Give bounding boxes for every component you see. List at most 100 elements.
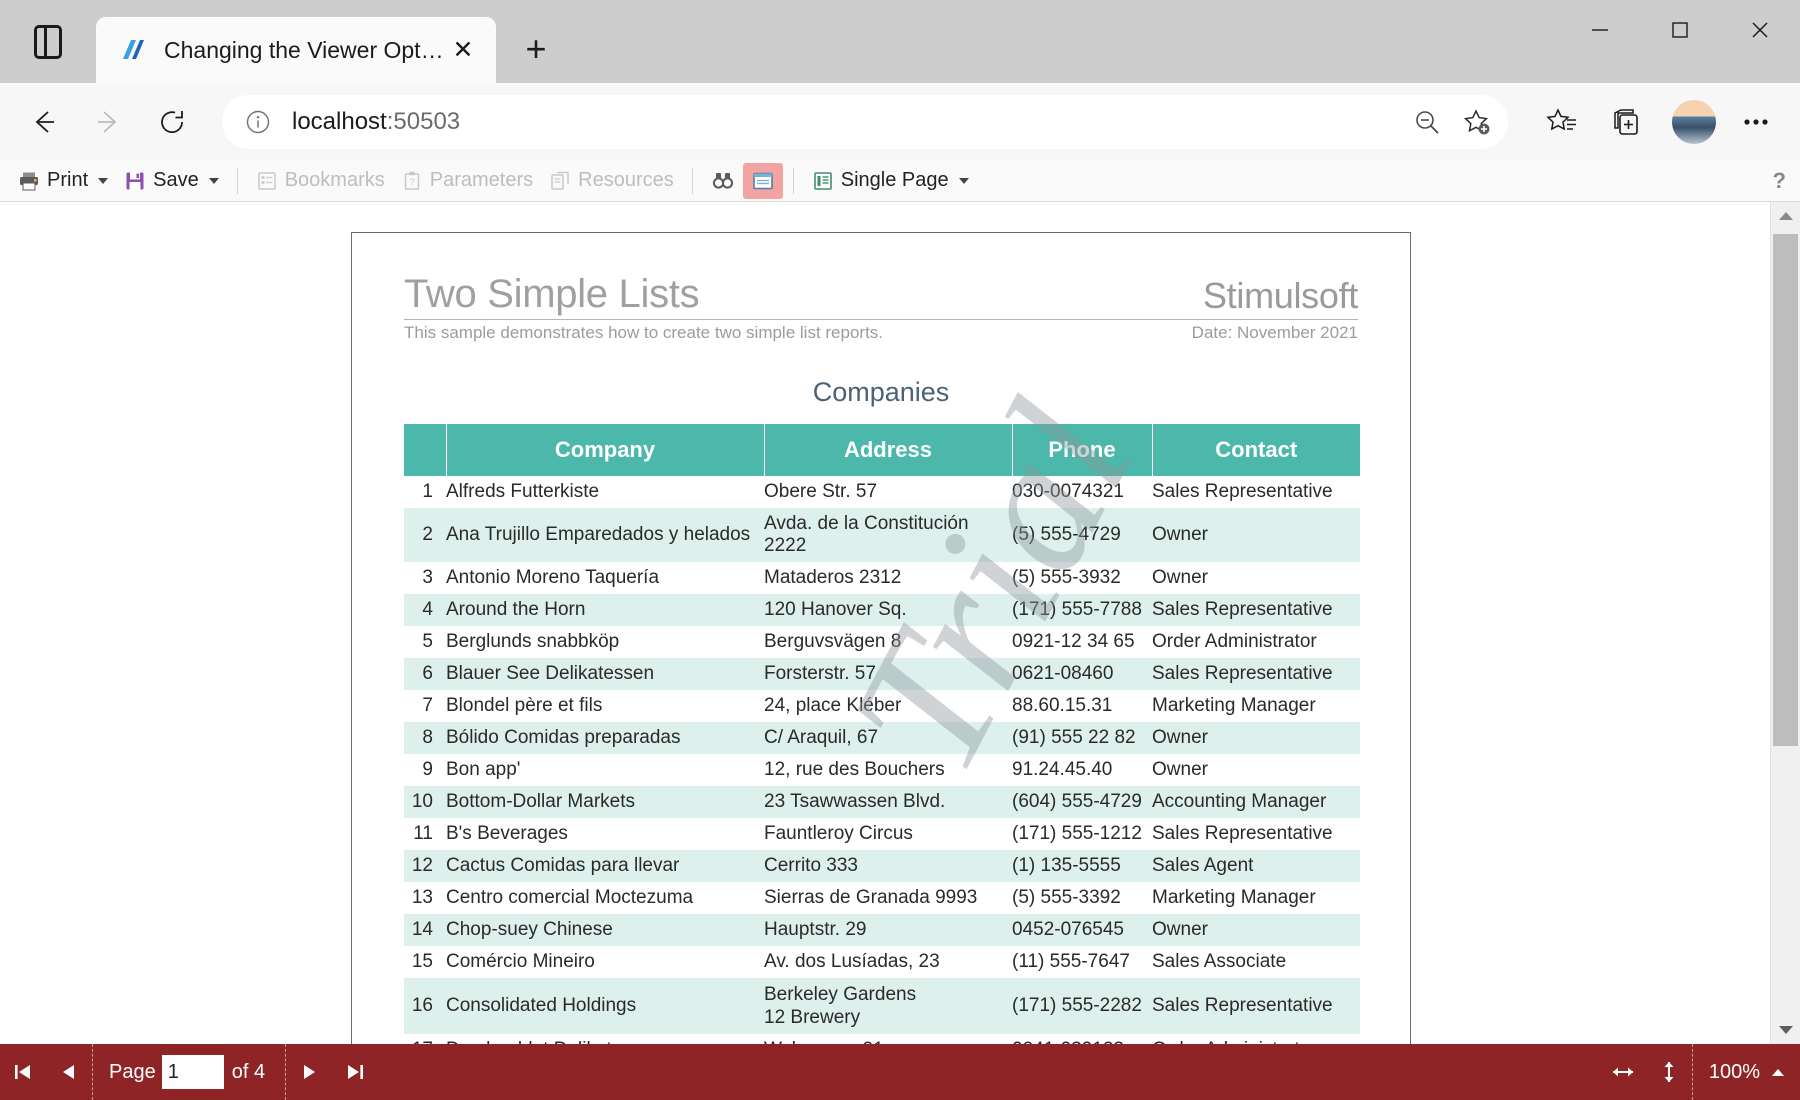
cell-phone: (5) 555-4729 [1012, 508, 1152, 562]
column-header-company: Company [446, 424, 765, 476]
cell-company: Bólido Comidas preparadas [446, 722, 764, 754]
fit-height-button[interactable] [1646, 1044, 1692, 1100]
cell-index: 1 [422, 481, 433, 502]
cell-contact: Owner [1152, 759, 1208, 780]
cell-index: 11 [413, 823, 433, 844]
bookmarks-icon [257, 171, 276, 190]
minimize-button[interactable] [1560, 0, 1640, 60]
resources-button: Resources [541, 163, 682, 199]
page-view-icon [752, 172, 773, 189]
cell-phone: (5) 555-3932 [1012, 567, 1121, 588]
maximize-button[interactable] [1640, 0, 1720, 60]
zoom-out-icon[interactable] [1404, 99, 1450, 145]
print-button[interactable]: Print [10, 163, 116, 199]
cell-phone: (91) 555 22 82 [1012, 722, 1152, 754]
statusbar-right-group: 100% [1600, 1044, 1800, 1100]
window-controls [1560, 0, 1800, 60]
cell-phone: 0241-039123 [1012, 1034, 1152, 1044]
report-header: Two Simple Lists Stimulsoft [404, 273, 1358, 315]
table-row: 7 Blondel père et fils 24, place Kléber 88.… [404, 690, 1360, 722]
cell-phone: (604) 555-4729 [1012, 786, 1152, 818]
tab-actions-button[interactable] [0, 0, 96, 83]
column-header-contact: Contact [1152, 424, 1360, 476]
close-window-button[interactable] [1720, 0, 1800, 60]
cell-address: 120 Hanover Sq. [764, 594, 1012, 626]
cell-index: 4 [404, 594, 446, 626]
chevron-down-icon[interactable] [208, 177, 219, 184]
favorites-list-icon[interactable] [1536, 96, 1588, 148]
table-row: 9 Bon app' 12, rue des Bouchers 91.24.45.40… [404, 754, 1360, 786]
cell-company: Antonio Moreno Taquería [446, 567, 660, 588]
page-view-toggle-button[interactable] [742, 162, 783, 199]
next-page-button[interactable] [286, 1044, 332, 1100]
cell-company: Berglunds snabbköp [446, 631, 620, 652]
vertical-scrollbar[interactable] [1770, 202, 1800, 1044]
cell-address: Forsterstr. 57 [764, 658, 1012, 690]
scrollbar-thumb[interactable] [1773, 234, 1798, 746]
section-title: Companies [812, 377, 950, 407]
chevron-down-icon[interactable] [958, 177, 969, 184]
scroll-up-arrow[interactable] [1771, 202, 1800, 230]
back-button[interactable] [18, 96, 70, 148]
cell-address: Obere Str. 57 [764, 481, 878, 502]
new-tab-button[interactable]: + [510, 23, 562, 75]
find-button[interactable] [703, 163, 743, 199]
view-mode-button[interactable]: Single Page [804, 163, 977, 199]
cell-address: 23 Tsawwassen Blvd. [764, 786, 1012, 818]
table-row: 10 Bottom-Dollar Markets 23 Tsawwassen Blv… [404, 786, 1360, 818]
page-input[interactable] [161, 1055, 224, 1089]
cell-contact: Accounting Manager [1152, 786, 1360, 818]
cell-index: 14 [404, 914, 446, 946]
cell-phone: 030-0074321 [1012, 481, 1124, 502]
previous-page-button[interactable] [46, 1044, 92, 1100]
find-icon [712, 172, 733, 189]
last-page-button[interactable] [332, 1044, 378, 1100]
chevron-up-icon[interactable] [1772, 1068, 1784, 1076]
cell-index: 6 [404, 658, 446, 690]
cell-contact: Sales Representative [1152, 978, 1360, 1035]
scroll-down-arrow[interactable] [1771, 1016, 1800, 1044]
chevron-down-icon[interactable] [98, 177, 109, 184]
save-label: Save [153, 169, 199, 191]
table-row: 3 Antonio Moreno Taquería Mataderos 2312 (5… [404, 562, 1360, 594]
stimulsoft-favicon [118, 35, 148, 65]
report-page: Two Simple Lists Stimulsoft This sample … [351, 232, 1411, 1044]
forward-button [82, 96, 134, 148]
more-options-icon[interactable] [1730, 96, 1782, 148]
page-label: Page [109, 1060, 156, 1083]
fit-width-button[interactable] [1600, 1044, 1646, 1100]
fit-height-icon [1664, 1062, 1674, 1082]
cell-address: 12, rue des Bouchers [764, 759, 945, 780]
close-icon[interactable]: ✕ [444, 31, 482, 69]
fit-width-icon [1612, 1067, 1633, 1077]
reload-button[interactable] [146, 96, 198, 148]
cell-company: Bottom-Dollar Markets [446, 786, 764, 818]
cell-address: Fauntleroy Circus [764, 823, 913, 844]
page-navigator: Page of 4 [93, 1055, 285, 1089]
cell-index: 16 [404, 978, 446, 1035]
cell-phone: 0621-08460 [1012, 658, 1152, 690]
resources-icon [551, 171, 569, 190]
save-button[interactable]: Save [116, 163, 227, 199]
cell-index: 15 [411, 951, 433, 972]
table-row: 6 Blauer See Delikatessen Forsterstr. 57 06… [404, 658, 1360, 690]
cell-contact: Sales Representative [1152, 823, 1333, 844]
browser-tab[interactable]: Changing the Viewer Options ✕ [96, 17, 496, 83]
first-page-button[interactable] [0, 1044, 46, 1100]
table-row: 8 Bólido Comidas preparadas C/ Araquil, 67… [404, 722, 1360, 754]
cell-index: 9 [422, 759, 433, 780]
collections-icon[interactable] [1602, 96, 1654, 148]
address-bar[interactable]: localhost:50503 [222, 94, 1508, 149]
cell-index: 13 [411, 887, 433, 908]
profile-avatar[interactable] [1672, 99, 1716, 144]
url-text[interactable]: localhost:50503 [278, 108, 1400, 136]
browser-window: Changing the Viewer Options ✕ + localhos… [0, 0, 1800, 1100]
add-favorite-icon[interactable] [1454, 99, 1500, 145]
zoom-level-label[interactable]: 100% [1693, 1061, 1772, 1084]
help-button[interactable]: ? [1773, 168, 1786, 194]
browser-navbar: localhost:50503 [0, 83, 1800, 160]
cell-company: Blauer See Delikatessen [446, 658, 764, 690]
cell-contact: Marketing Manager [1152, 695, 1316, 716]
cell-phone: 0452-076545 [1012, 914, 1152, 946]
site-info-icon[interactable] [238, 102, 278, 142]
